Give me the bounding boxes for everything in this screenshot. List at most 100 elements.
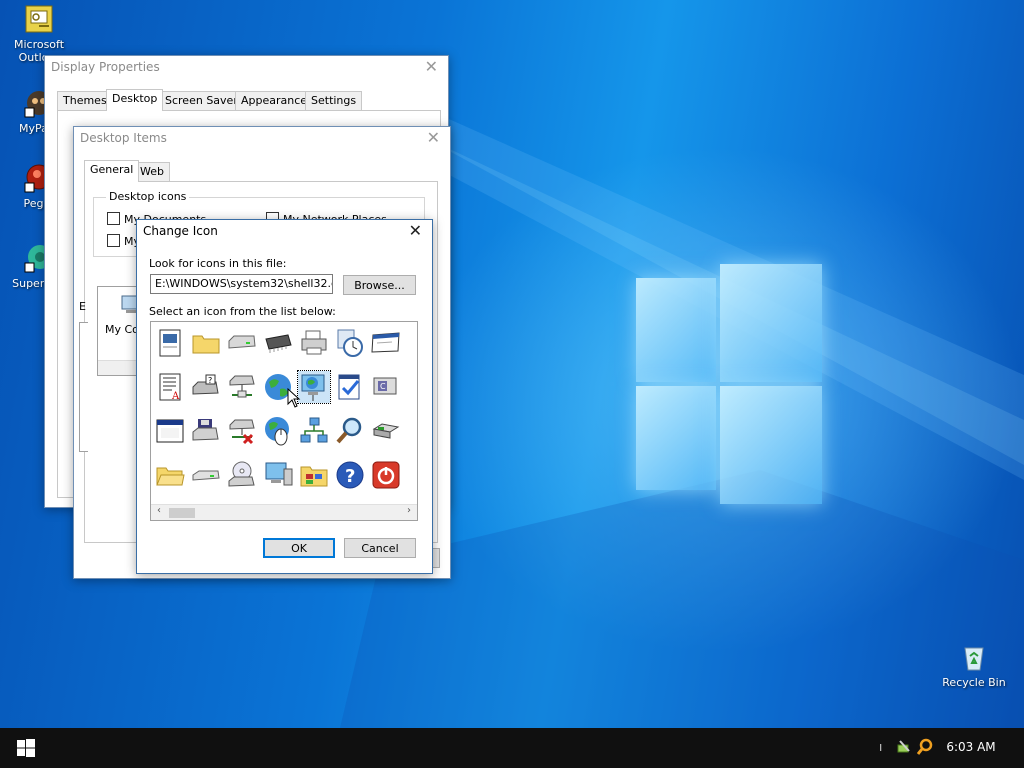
- shutdown-icon: [372, 461, 400, 489]
- clock[interactable]: 6:03 AM: [940, 740, 1002, 754]
- icon-list-item[interactable]: [190, 415, 222, 447]
- start-button-windows-icon[interactable]: [17, 739, 35, 757]
- icon-list-item[interactable]: [334, 371, 366, 403]
- network-drive-icon: ?: [192, 374, 219, 395]
- close-icon[interactable]: ✕: [409, 221, 422, 240]
- icon-list-item[interactable]: [406, 371, 417, 403]
- icon-list-item[interactable]: [334, 415, 366, 447]
- tab-themes[interactable]: Themes: [57, 91, 113, 111]
- svg-text:A: A: [171, 391, 180, 402]
- icon-list-item[interactable]: [406, 327, 417, 359]
- change-icon-dialog: Change Icon ✕ Look for icons in this fil…: [136, 219, 433, 574]
- icon-list-item[interactable]: A: [154, 371, 186, 403]
- cd-drive-icon: [228, 461, 255, 487]
- icon-list-item[interactable]: [334, 327, 366, 359]
- tab-screen-saver[interactable]: Screen Saver: [159, 91, 244, 111]
- clock-icon: [406, 415, 417, 447]
- scrollbar-thumb[interactable]: [169, 508, 195, 518]
- file-path-input[interactable]: E:\WINDOWS\system32\shell32.dll: [150, 274, 333, 294]
- icon-list-item[interactable]: [190, 327, 222, 359]
- icon-list-item[interactable]: [226, 459, 258, 491]
- file-label: Look for icons in this file:: [149, 257, 287, 270]
- icon-list-item[interactable]: [262, 415, 294, 447]
- desktop-icon-recycle-bin[interactable]: Recycle Bin: [936, 642, 1012, 689]
- close-icon[interactable]: ✕: [425, 57, 438, 76]
- folder-icon: [192, 335, 220, 354]
- icon-grid: A? C?: [151, 322, 417, 504]
- close-icon[interactable]: ✕: [427, 128, 440, 147]
- control-panel-folder-icon: [300, 466, 328, 487]
- tray-overflow-icon[interactable]: ı: [879, 740, 882, 754]
- icon-list-item[interactable]: [298, 459, 330, 491]
- icon-list-item[interactable]: [226, 415, 258, 447]
- group-label: Desktop icons: [106, 190, 190, 203]
- open-folder-icon: [156, 467, 185, 486]
- text-document-icon: A: [159, 373, 181, 402]
- checkmark-document-icon: [338, 374, 360, 400]
- list-label: Select an icon from the list below:: [149, 305, 336, 318]
- checkbox-box[interactable]: [107, 212, 120, 225]
- network-device-icon: [372, 423, 400, 439]
- list-edge: [79, 322, 88, 452]
- svg-text:?: ?: [208, 376, 212, 385]
- icon-list-item[interactable]: [154, 327, 186, 359]
- icon-list-item[interactable]: [262, 459, 294, 491]
- icon-list-item[interactable]: [370, 415, 402, 447]
- cd-player-icon: C: [373, 377, 397, 395]
- taskbar: ı 6:03 AM: [0, 728, 1024, 768]
- icon-list-item[interactable]: [262, 327, 294, 359]
- network-icon[interactable]: [896, 739, 914, 755]
- icon-list-item[interactable]: [297, 370, 331, 404]
- flat-drive-icon: [192, 470, 220, 481]
- icon-list-item[interactable]: [406, 415, 417, 447]
- scheduled-task-icon: [337, 329, 363, 357]
- scroll-left-icon[interactable]: ‹: [157, 505, 161, 516]
- partial-icon: [406, 327, 417, 359]
- tab-appearance[interactable]: Appearance: [235, 91, 314, 111]
- icon-list-item[interactable]: [298, 415, 330, 447]
- icon-list-item[interactable]: [226, 327, 258, 359]
- dialog-title: Desktop Items: [80, 131, 167, 145]
- tab-web[interactable]: Web: [134, 162, 170, 182]
- monitor-icon: [265, 462, 293, 486]
- icon-list-item[interactable]: ?: [334, 459, 366, 491]
- icon-list-item[interactable]: [226, 371, 258, 403]
- svg-text:?: ?: [345, 466, 355, 487]
- icon-list-item[interactable]: [370, 327, 402, 359]
- search-icon[interactable]: [917, 738, 933, 756]
- network-computer-icon: [301, 374, 325, 401]
- ok-button[interactable]: OK: [263, 538, 335, 558]
- checkbox-box[interactable]: [107, 234, 120, 247]
- tab-desktop[interactable]: Desktop: [106, 89, 164, 111]
- program-window-icon: [156, 419, 184, 443]
- chip-icon: [265, 334, 292, 353]
- shortcut-icon: [406, 371, 417, 403]
- icon-list-item[interactable]: [190, 459, 222, 491]
- tab-general[interactable]: General: [84, 160, 140, 182]
- desktop-icon-label: Recycle Bin: [942, 676, 1006, 689]
- scroll-right-icon[interactable]: ›: [407, 505, 411, 516]
- partial-label: E: [79, 300, 86, 313]
- help-icon: ?: [336, 461, 364, 489]
- dialog-title: Change Icon: [143, 224, 218, 238]
- globe-mouse-icon: [265, 417, 289, 446]
- icon-list-item[interactable]: [154, 459, 186, 491]
- dialog-title: Display Properties: [51, 60, 160, 74]
- icon-list-item[interactable]: [406, 459, 417, 491]
- horizontal-scrollbar[interactable]: ‹ ›: [151, 504, 417, 520]
- network-icon: [300, 417, 328, 443]
- icon-list-item[interactable]: [370, 459, 402, 491]
- icon-list-item[interactable]: C: [370, 371, 402, 403]
- icon-list-item[interactable]: [154, 415, 186, 447]
- icon-list-item[interactable]: [298, 327, 330, 359]
- preview-label: My Co: [105, 323, 139, 336]
- windows-logo-wallpaper: [636, 258, 822, 510]
- cancel-button[interactable]: Cancel: [344, 538, 416, 558]
- window-icon: [371, 332, 400, 353]
- mouse-pointer-icon: [287, 388, 301, 408]
- icon-list-item[interactable]: ?: [190, 371, 222, 403]
- tab-settings[interactable]: Settings: [305, 91, 363, 111]
- svg-text:C: C: [380, 382, 386, 391]
- browse-button[interactable]: Browse...: [343, 275, 416, 295]
- icon-list[interactable]: A? C? ‹ ›: [150, 321, 418, 521]
